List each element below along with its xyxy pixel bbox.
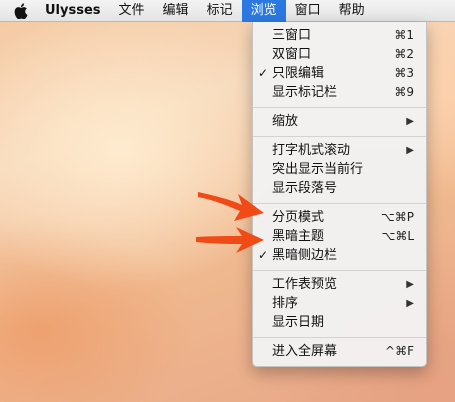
menu-item-zoom[interactable]: 缩放 ▶ <box>253 112 426 131</box>
annotation-arrow-icon <box>196 227 264 253</box>
menu-item-label: 只限编辑 <box>272 66 325 81</box>
menu-item-label: 双窗口 <box>272 47 312 62</box>
menu-separator <box>253 270 426 271</box>
annotation-arrow-icon <box>198 192 264 221</box>
menu-item-show-markup-bar[interactable]: 显示标记栏 ⌘9 <box>253 83 426 102</box>
menu-item-label: 排序 <box>272 296 299 311</box>
apple-menu[interactable] <box>6 0 36 22</box>
menubar-item-file[interactable]: 文件 <box>110 0 154 22</box>
triangle-right-icon: ▶ <box>406 279 414 290</box>
menu-item-dark-sidebar[interactable]: ✓ 黑暗侧边栏 <box>253 246 426 265</box>
menu-item-highlight-current-line[interactable]: 突出显示当前行 <box>253 160 426 179</box>
menu-item-show-date[interactable]: 显示日期 <box>253 313 426 332</box>
menu-item-label: 显示段落号 <box>272 181 338 196</box>
triangle-right-icon: ▶ <box>406 298 414 309</box>
menu-item-label: 工作表预览 <box>272 277 338 292</box>
menubar-item-window[interactable]: 窗口 <box>286 0 330 22</box>
menu-item-enter-full-screen[interactable]: 进入全屏幕 ^⌘F <box>253 342 426 361</box>
menu-separator <box>253 107 426 108</box>
menu-item-label: 显示标记栏 <box>272 85 338 100</box>
view-menu-dropdown: 三窗口 ⌘1 双窗口 ⌘2 ✓ 只限编辑 ⌘3 显示标记栏 ⌘9 缩放 ▶ 打字… <box>252 22 427 367</box>
menu-item-label: 突出显示当前行 <box>272 162 364 177</box>
menu-item-show-paragraph-numbers[interactable]: 显示段落号 <box>253 179 426 198</box>
menu-item-page-mode[interactable]: 分页模式 ⌥⌘P <box>253 208 426 227</box>
menu-item-two-panes[interactable]: 双窗口 ⌘2 <box>253 45 426 64</box>
menubar-item-view[interactable]: 浏览 <box>241 0 286 22</box>
menu-separator <box>253 136 426 137</box>
menu-item-typewriter-scrolling[interactable]: 打字机式滚动 ▶ <box>253 141 426 160</box>
shortcut-label: ⌘1 <box>394 28 414 42</box>
menu-item-editor-only[interactable]: ✓ 只限编辑 ⌘3 <box>253 64 426 83</box>
menu-item-label: 三窗口 <box>272 28 312 43</box>
triangle-right-icon: ▶ <box>406 116 414 127</box>
menu-item-label: 分页模式 <box>272 210 325 225</box>
checkmark-icon: ✓ <box>258 66 269 80</box>
menu-item-label: 黑暗侧边栏 <box>272 248 338 263</box>
apple-logo-icon <box>14 2 28 19</box>
shortcut-label: ⌘3 <box>394 66 414 80</box>
menubar-item-help[interactable]: 帮助 <box>330 0 374 22</box>
menu-item-label: 显示日期 <box>272 315 325 330</box>
menubar-app-name[interactable]: Ulysses <box>36 0 110 22</box>
menubar-item-edit[interactable]: 编辑 <box>154 0 198 22</box>
menu-separator <box>253 337 426 338</box>
shortcut-label: ^⌘F <box>385 344 414 358</box>
shortcut-label: ⌘2 <box>394 47 414 61</box>
shortcut-label: ⌘9 <box>394 85 414 99</box>
menu-bar: Ulysses 文件 编辑 标记 浏览 窗口 帮助 <box>0 0 455 22</box>
menu-item-dark-theme[interactable]: 黑暗主题 ⌥⌘L <box>253 227 426 246</box>
menu-item-three-panes[interactable]: 三窗口 ⌘1 <box>253 26 426 45</box>
menu-item-label: 进入全屏幕 <box>272 344 338 359</box>
menu-item-label: 打字机式滚动 <box>272 143 351 158</box>
shortcut-label: ⌥⌘L <box>381 229 414 243</box>
menubar-item-markup[interactable]: 标记 <box>198 0 242 22</box>
menu-item-label: 黑暗主题 <box>272 229 325 244</box>
menu-item-label: 缩放 <box>272 114 299 129</box>
triangle-right-icon: ▶ <box>406 145 414 156</box>
menu-separator <box>253 203 426 204</box>
menu-item-sheet-preview[interactable]: 工作表预览 ▶ <box>253 275 426 294</box>
menu-item-sort[interactable]: 排序 ▶ <box>253 294 426 313</box>
shortcut-label: ⌥⌘P <box>380 210 414 224</box>
